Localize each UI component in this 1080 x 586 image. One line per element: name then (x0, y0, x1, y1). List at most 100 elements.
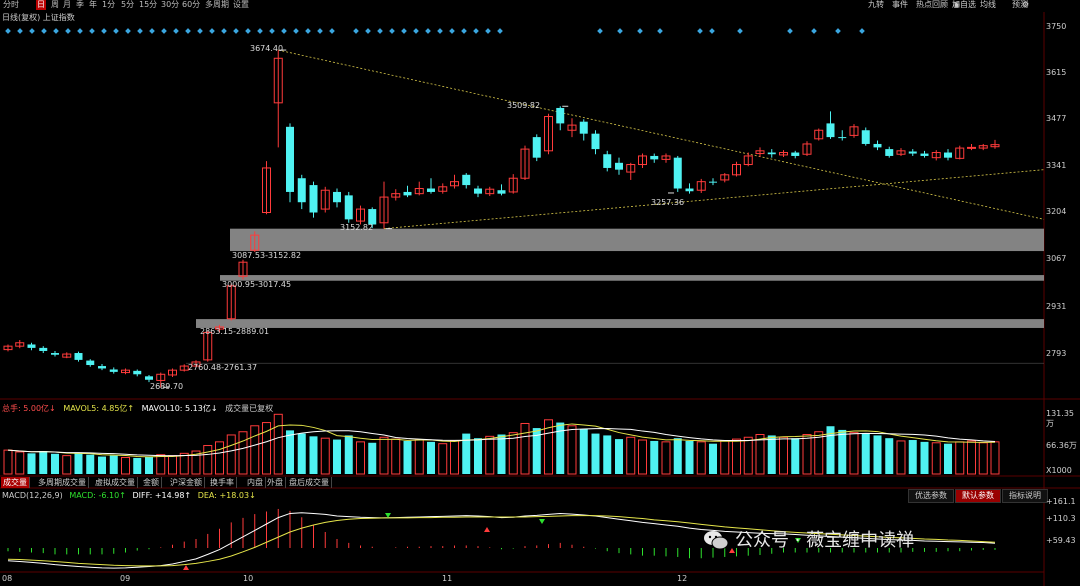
volume-bar (238, 431, 248, 475)
signal-diamond (77, 28, 83, 34)
volume-bar (791, 438, 800, 474)
indicator-tab-6[interactable]: 内盘 (245, 477, 266, 488)
volume-total: 总手: 5.00亿↓ (2, 404, 56, 413)
volume-bar (849, 432, 859, 475)
signal-diamond (293, 28, 299, 34)
signal-diamond (197, 28, 203, 34)
signal-diamond (185, 28, 191, 34)
indicator-tab-5[interactable]: 换手率 (208, 477, 237, 488)
macd-header: MACD(12,26,9) MACD: -6.10↑ DIFF: +14.98↑… (2, 491, 260, 500)
candle-body (86, 360, 95, 366)
candle-body (333, 191, 341, 203)
indicator-tab-3[interactable]: 金额 (141, 477, 162, 488)
volume-bar (179, 452, 189, 475)
signal-diamond (329, 28, 335, 34)
volume-bar (696, 441, 706, 475)
signal-diamond (449, 28, 455, 34)
low-c-price-note: 2689.70 (150, 382, 184, 391)
param-button-1[interactable]: 默认参数 (955, 489, 1001, 503)
candle-body (27, 344, 36, 348)
wechat-icon (704, 531, 729, 550)
param-button-0[interactable]: 优选参数 (908, 489, 954, 503)
candle-body (615, 162, 623, 170)
candle-body (591, 133, 600, 150)
candle-body (297, 178, 306, 203)
zone-label-3: 2863.15-2889.01 (200, 327, 270, 336)
candle-body (873, 143, 882, 148)
volume-bar (990, 441, 1000, 475)
param-button-2[interactable]: 指标说明 (1002, 489, 1048, 503)
volume-bar (579, 428, 588, 474)
volume-bar (450, 440, 459, 475)
signal-diamond (389, 28, 395, 34)
candle-body (474, 188, 482, 194)
volume-bar (51, 453, 59, 474)
volume-header: 总手: 5.00亿↓ MAVOL5: 4.85亿↑ MAVOL10: 5.13亿… (2, 403, 278, 414)
signal-diamond (5, 28, 11, 34)
signal-diamond (101, 28, 107, 34)
volume-bar (497, 434, 506, 474)
cross-arrow (484, 527, 490, 532)
support-zone (196, 319, 1044, 328)
volume-bar (297, 433, 306, 474)
signal-diamond (437, 28, 443, 34)
volume-bar (709, 443, 717, 474)
signal-diamond (149, 28, 155, 34)
signal-diamond (485, 28, 491, 34)
volume-bar (368, 442, 377, 474)
candle-body (861, 130, 870, 144)
candle-body (826, 123, 835, 138)
indicator-tab-8[interactable]: 盘后成交量 (287, 477, 332, 488)
volume-bar (74, 452, 83, 474)
volume-bar (62, 455, 72, 475)
volume-bar (814, 431, 824, 475)
volume-bar (626, 436, 636, 475)
volume-bar (591, 433, 600, 474)
signal-diamond (401, 28, 407, 34)
candle-body (309, 185, 318, 213)
volume-bar (978, 442, 988, 475)
volume-bar (286, 430, 294, 474)
candle-body (579, 121, 588, 134)
date-label: 10 (243, 574, 254, 583)
signal-diamond (41, 28, 47, 34)
signal-diamond (497, 28, 503, 34)
candle-body (603, 154, 612, 168)
volume-bar (250, 425, 260, 475)
volume-bar (861, 433, 870, 474)
volume-bar (427, 441, 435, 474)
signal-diamond (617, 28, 623, 34)
volume-bar (944, 443, 952, 474)
volume-bar (86, 454, 95, 474)
signal-diamond (233, 28, 239, 34)
volume-bar (802, 434, 812, 475)
candle-body (791, 152, 800, 156)
indicator-tab-2[interactable]: 虚拟成交量 (93, 477, 138, 488)
indicator-tab-0[interactable]: 成交量 (1, 477, 30, 488)
signal-diamond (317, 28, 323, 34)
zone-label-4: 2760.48-2761.37 (188, 363, 258, 372)
indicator-tab-4[interactable]: 沪深金额 (168, 477, 205, 488)
volume-bar (414, 439, 424, 475)
candle-body (74, 353, 83, 360)
volume-bar (156, 454, 166, 475)
candle-body (462, 174, 471, 186)
volume-bar (685, 440, 694, 474)
indicator-tab-1[interactable]: 多周期成交量 (36, 477, 89, 488)
low-a-price-note: 3152.82 (340, 223, 374, 232)
volume-bar (485, 435, 495, 475)
signal-diamond (365, 28, 371, 34)
signal-diamond (257, 28, 263, 34)
macd-name: MACD(12,26,9) (2, 491, 63, 500)
volume-bar (403, 440, 412, 474)
volume-bar (320, 437, 330, 475)
volume-bar (273, 413, 283, 475)
candle-body (532, 137, 541, 158)
indicator-tab-7[interactable]: 外盘 (265, 477, 286, 488)
volume-bar (27, 453, 36, 474)
signal-diamond (709, 28, 715, 34)
signal-diamond (161, 28, 167, 34)
volume-bar (673, 438, 682, 474)
volume-bar (520, 422, 530, 475)
volume-bar (896, 440, 906, 475)
